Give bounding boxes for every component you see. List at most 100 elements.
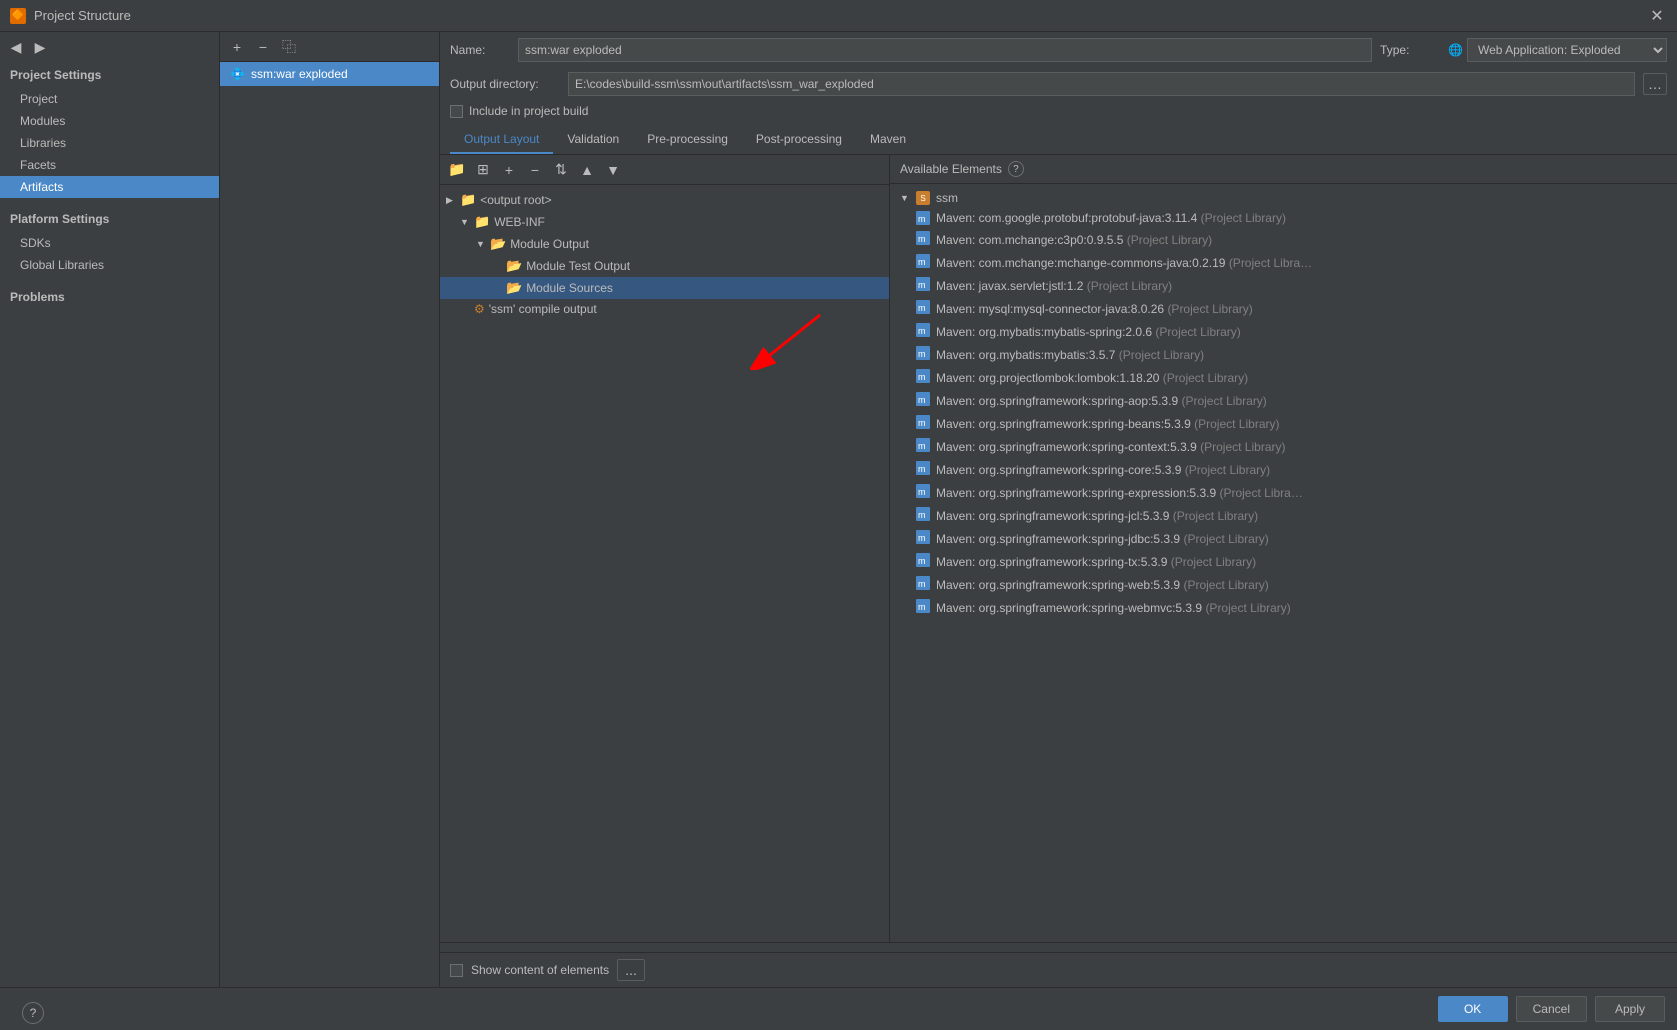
window-title: Project Structure — [34, 8, 1647, 23]
close-button[interactable]: ✕ — [1647, 6, 1667, 26]
include-project-build-checkbox[interactable] — [450, 105, 463, 118]
svg-text:m: m — [918, 579, 926, 589]
element-text: Maven: org.springframework:spring-tx:5.3… — [936, 555, 1256, 569]
element-item-jstl[interactable]: m Maven: javax.servlet:jstl:1.2 (Project… — [890, 274, 1677, 297]
name-label: Name: — [450, 43, 510, 57]
element-item-mysql[interactable]: m Maven: mysql:mysql-connector-java:8.0.… — [890, 297, 1677, 320]
tree-down-btn[interactable]: ▼ — [602, 159, 624, 181]
module-folder-icon: 📂 — [490, 236, 506, 252]
cancel-button[interactable]: Cancel — [1516, 996, 1587, 1022]
tab-post-processing[interactable]: Post-processing — [742, 126, 856, 154]
tab-validation[interactable]: Validation — [553, 126, 633, 154]
output-dir-input[interactable] — [568, 72, 1635, 96]
element-text: Maven: org.mybatis:mybatis-spring:2.0.6 … — [936, 325, 1241, 339]
element-text: Maven: org.projectlombok:lombok:1.18.20 … — [936, 371, 1248, 385]
app-icon: 🔶 — [10, 8, 26, 24]
show-content-settings-button[interactable]: ... — [617, 959, 645, 981]
elements-root-label: ssm — [936, 191, 958, 205]
sidebar-item-facets[interactable]: Facets — [0, 154, 219, 176]
element-item-spring-core[interactable]: m Maven: org.springframework:spring-core… — [890, 458, 1677, 481]
show-content-checkbox[interactable] — [450, 964, 463, 977]
elements-tree-root[interactable]: ▼ S ssm — [890, 188, 1677, 208]
svg-text:m: m — [918, 418, 926, 428]
tree-item-module-output[interactable]: ▼ 📂 Module Output — [440, 233, 889, 255]
sidebar-item-modules[interactable]: Modules — [0, 110, 219, 132]
svg-text:m: m — [918, 556, 926, 566]
element-item-spring-context[interactable]: m Maven: org.springframework:spring-cont… — [890, 435, 1677, 458]
maven-icon: m — [916, 599, 930, 616]
tree-add-btn[interactable]: + — [498, 159, 520, 181]
element-item-protobuf[interactable]: m Maven: com.google.protobuf:protobuf-ja… — [890, 208, 1677, 228]
bottom-bar: Show content of elements ... — [440, 952, 1677, 987]
include-project-build-label: Include in project build — [469, 104, 588, 118]
copy-artifact-button[interactable]: ⿻ — [278, 36, 300, 58]
element-text: Maven: org.mybatis:mybatis:3.5.7 (Projec… — [936, 348, 1204, 362]
tab-output-layout[interactable]: Output Layout — [450, 126, 553, 154]
output-dir-row: Output directory: … — [440, 68, 1677, 100]
tab-pre-processing[interactable]: Pre-processing — [633, 126, 742, 154]
tree-item-module-test-output[interactable]: 📂 Module Test Output — [440, 255, 889, 277]
folder-icon: 📁 — [474, 214, 490, 230]
element-item-spring-jdbc[interactable]: m Maven: org.springframework:spring-jdbc… — [890, 527, 1677, 550]
element-item-mybatis-spring[interactable]: m Maven: org.mybatis:mybatis-spring:2.0.… — [890, 320, 1677, 343]
element-text: Maven: org.springframework:spring-jcl:5.… — [936, 509, 1258, 523]
element-item-spring-tx[interactable]: m Maven: org.springframework:spring-tx:5… — [890, 550, 1677, 573]
tab-maven[interactable]: Maven — [856, 126, 920, 154]
browse-output-dir-button[interactable]: … — [1643, 73, 1667, 95]
type-select[interactable]: Web Application: Exploded — [1467, 38, 1667, 62]
maven-icon: m — [916, 277, 930, 294]
element-item-spring-web[interactable]: m Maven: org.springframework:spring-web:… — [890, 573, 1677, 596]
ssm-folder-icon: S — [916, 191, 930, 205]
element-item-spring-beans[interactable]: m Maven: org.springframework:spring-bean… — [890, 412, 1677, 435]
tree-item-output-root[interactable]: ▶ 📁 <output root> — [440, 189, 889, 211]
element-item-lombok[interactable]: m Maven: org.projectlombok:lombok:1.18.2… — [890, 366, 1677, 389]
add-artifact-button[interactable]: + — [226, 36, 248, 58]
maven-icon: m — [916, 438, 930, 455]
element-item-spring-jcl[interactable]: m Maven: org.springframework:spring-jcl:… — [890, 504, 1677, 527]
sidebar-item-global-libraries[interactable]: Global Libraries — [0, 254, 219, 276]
nav-toolbar: ◀ ▶ — [0, 32, 219, 62]
tree-item-label: Module Output — [510, 237, 589, 251]
maven-icon: m — [916, 461, 930, 478]
module-sources-icon: 📂 — [506, 280, 522, 296]
element-item-spring-webmvc[interactable]: m Maven: org.springframework:spring-webm… — [890, 596, 1677, 619]
maven-icon: m — [916, 231, 930, 248]
sidebar-item-sdks[interactable]: SDKs — [0, 232, 219, 254]
element-item-c3p0[interactable]: m Maven: com.mchange:c3p0:0.9.5.5 (Proje… — [890, 228, 1677, 251]
element-item-spring-aop[interactable]: m Maven: org.springframework:spring-aop:… — [890, 389, 1677, 412]
remove-artifact-button[interactable]: − — [252, 36, 274, 58]
artifact-item-ssm[interactable]: 💠 ssm:war exploded — [220, 62, 439, 86]
sidebar-item-libraries[interactable]: Libraries — [0, 132, 219, 154]
tree-sort-btn[interactable]: ⇅ — [550, 159, 572, 181]
name-row: Name: Type: 🌐 Web Application: Exploded — [440, 32, 1677, 68]
apply-button[interactable]: Apply — [1595, 996, 1665, 1022]
element-item-mchange-commons[interactable]: m Maven: com.mchange:mchange-commons-jav… — [890, 251, 1677, 274]
svg-text:m: m — [918, 372, 926, 382]
tree-layout-btn[interactable]: ⊞ — [472, 159, 494, 181]
svg-text:m: m — [918, 441, 926, 451]
tree-item-module-sources[interactable]: 📂 Module Sources — [440, 277, 889, 299]
element-text: Maven: com.mchange:mchange-commons-java:… — [936, 256, 1312, 270]
tree-item-label: WEB-INF — [494, 215, 545, 229]
svg-text:m: m — [918, 533, 926, 543]
ok-button[interactable]: OK — [1438, 996, 1508, 1022]
sidebar: ◀ ▶ Project Settings Project Modules Lib… — [0, 32, 220, 987]
maven-icon: m — [916, 346, 930, 363]
tree-item-webinf[interactable]: ▼ 📁 WEB-INF — [440, 211, 889, 233]
sidebar-item-project[interactable]: Project — [0, 88, 219, 110]
element-text: Maven: org.springframework:spring-expres… — [936, 486, 1303, 500]
help-icon-bottom[interactable]: ? — [22, 1002, 44, 1024]
tree-item-label: 'ssm' compile output — [489, 302, 597, 316]
element-item-mybatis[interactable]: m Maven: org.mybatis:mybatis:3.5.7 (Proj… — [890, 343, 1677, 366]
forward-button[interactable]: ▶ — [30, 37, 50, 57]
available-elements-help[interactable]: ? — [1008, 161, 1024, 177]
element-item-spring-expression[interactable]: m Maven: org.springframework:spring-expr… — [890, 481, 1677, 504]
maven-icon: m — [916, 484, 930, 501]
tree-item-ssm-compile[interactable]: ⚙ 'ssm' compile output — [440, 299, 889, 319]
sidebar-item-artifacts[interactable]: Artifacts — [0, 176, 219, 198]
tree-folder-btn[interactable]: 📁 — [446, 159, 468, 181]
back-button[interactable]: ◀ — [6, 37, 26, 57]
name-input[interactable] — [518, 38, 1372, 62]
tree-up-btn[interactable]: ▲ — [576, 159, 598, 181]
tree-remove-btn[interactable]: − — [524, 159, 546, 181]
